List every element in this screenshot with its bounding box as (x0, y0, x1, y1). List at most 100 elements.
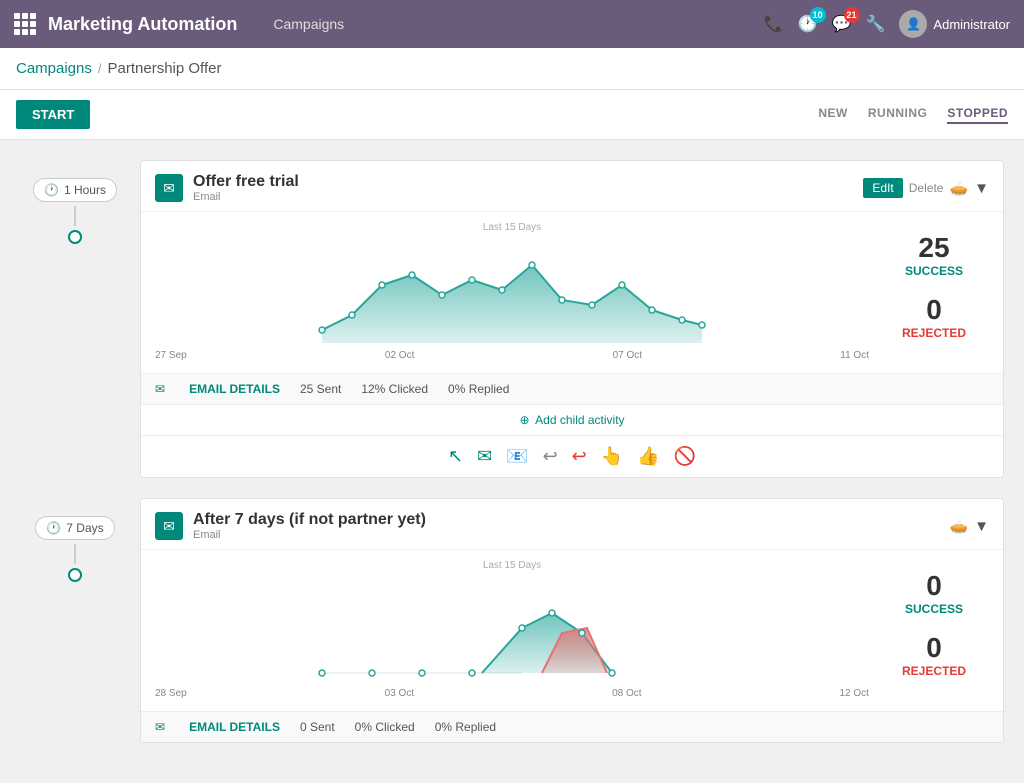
footer-clicked-2: 0% Clicked (355, 720, 415, 734)
trigger-dot-2 (68, 568, 82, 582)
x-label-1-1: 02 Oct (385, 350, 414, 361)
trigger-label-2: 🕐 7 Days (35, 516, 114, 540)
card-header-2: ✉ After 7 days (if not partner yet) Emai… (141, 499, 1003, 550)
activity-icon-alert[interactable]: 🚫 (674, 446, 696, 467)
phone-icon[interactable]: 📞 (764, 14, 784, 34)
breadcrumb-current: Partnership Offer (108, 60, 222, 77)
activity-icon-email-open[interactable]: ✉ (477, 446, 492, 467)
success-count-2: 0 (879, 570, 989, 602)
filter-icon-1[interactable]: ▼ (974, 180, 989, 197)
x-label-1-0: 27 Sep (155, 350, 187, 361)
nav-campaigns[interactable]: Campaigns (273, 16, 344, 32)
rejected-count-2: 0 (879, 632, 989, 664)
campaign-card-1: ✉ Offer free trial Email EdIt Delete 🥧 ▼… (140, 160, 1004, 478)
x-label-2-3: 12 Oct (840, 688, 869, 699)
card-title-2: After 7 days (if not partner yet) (193, 511, 949, 529)
edit-button-1[interactable]: EdIt (863, 178, 902, 198)
activity-icon-thumbsup[interactable]: 👍 (637, 446, 659, 467)
card-actions-2: 🥧 ▼ (949, 517, 989, 535)
chart-wrapper-1: Last 15 Days (155, 222, 869, 363)
pie-chart-icon-1[interactable]: 🥧 (949, 179, 968, 197)
rejected-label-2: REJECTED (879, 664, 989, 678)
chart-x-labels-1: 27 Sep 02 Oct 07 Oct 11 Oct (155, 348, 869, 363)
activity-icon-email-outline[interactable]: 📧 (506, 446, 528, 467)
card-title-section-2: After 7 days (if not partner yet) Email (193, 511, 949, 541)
status-stopped[interactable]: STOPPED (947, 106, 1008, 124)
clock-small-icon: 🕐 (44, 183, 59, 197)
card-actions-1: EdIt Delete 🥧 ▼ (863, 178, 989, 198)
email-icon-2: ✉ (155, 512, 183, 540)
avatar-circle: 👤 (899, 10, 927, 38)
pie-chart-icon-2[interactable]: 🥧 (949, 517, 968, 535)
x-label-1-3: 11 Oct (840, 350, 869, 361)
footer-sent-2: 0 Sent (300, 720, 335, 734)
chart-x-labels-2: 28 Sep 03 Oct 08 Oct 12 Oct (155, 686, 869, 701)
campaign-card-2: ✉ After 7 days (if not partner yet) Emai… (140, 498, 1004, 743)
chat-icon[interactable]: 💬 21 (832, 14, 852, 34)
breadcrumb-bar: Campaigns / Partnership Offer (0, 48, 1024, 90)
app-title: Marketing Automation (48, 14, 237, 35)
clock-icon[interactable]: 🕐 10 (798, 14, 818, 34)
success-label-2: SUCCESS (879, 602, 989, 616)
activity-icon-hand[interactable]: 👆 (601, 446, 623, 467)
delete-button-1[interactable]: Delete (909, 181, 944, 195)
trigger-info-2: 🕐 7 Days (20, 498, 130, 582)
user-avatar[interactable]: 👤 Administrator (899, 10, 1010, 38)
chat-badge: 21 (844, 7, 860, 23)
main-content: 🕐 1 Hours ✉ Offer free trial Email EdIt … (0, 140, 1024, 783)
rejected-count-1: 0 (879, 294, 989, 326)
footer-sent-1: 25 Sent (300, 382, 341, 396)
activity-icon-reply-red[interactable]: ↩ (572, 446, 587, 467)
x-label-1-2: 07 Oct (613, 350, 642, 361)
success-count-1: 25 (879, 232, 989, 264)
activity-icon-reply[interactable]: ↩ (543, 446, 558, 467)
trigger-line-1 (74, 206, 76, 226)
activity-icon-cursor[interactable]: ↖ (448, 446, 463, 467)
stats-area-1: 25 SUCCESS 0 REJECTED (869, 222, 989, 363)
campaign-row-2: 🕐 7 Days ✉ After 7 days (if not partner … (20, 498, 1004, 743)
footer-link-1[interactable]: EMAIL DETAILS (189, 382, 280, 396)
footer-replied-2: 0% Replied (435, 720, 496, 734)
success-label-1: SUCCESS (879, 264, 989, 278)
navbar: Marketing Automation Campaigns 📞 🕐 10 💬 … (0, 0, 1024, 48)
chart-svg-1 (155, 235, 869, 345)
navbar-right: 📞 🕐 10 💬 21 🔧 👤 Administrator (764, 10, 1010, 38)
add-child-label-1: Add child activity (535, 413, 624, 427)
stats-area-2: 0 SUCCESS 0 REJECTED (869, 560, 989, 701)
rejected-label-1: REJECTED (879, 326, 989, 340)
chart-area-1: Last 15 Days (141, 212, 1003, 373)
grid-icon[interactable] (14, 13, 36, 35)
card-footer-2: ✉ EMAIL DETAILS 0 Sent 0% Clicked 0% Rep… (141, 711, 1003, 742)
card-type-2: Email (193, 529, 949, 541)
status-filters: NEW RUNNING STOPPED (818, 106, 1008, 124)
trigger-line-2 (74, 544, 76, 564)
card-title-1: Offer free trial (193, 173, 863, 191)
trigger-info-1: 🕐 1 Hours (20, 160, 130, 244)
filter-icon-2[interactable]: ▼ (974, 518, 989, 535)
chart-area-2: Last 15 Days (141, 550, 1003, 711)
card-type-1: Email (193, 191, 863, 203)
chart-label-top-2: Last 15 Days (155, 560, 869, 571)
footer-email-icon-1: ✉ (155, 382, 165, 396)
add-child-bar-1[interactable]: ⊕ Add child activity (141, 404, 1003, 435)
wrench-icon[interactable]: 🔧 (866, 14, 886, 34)
plus-icon-1: ⊕ (519, 413, 529, 427)
status-running[interactable]: RUNNING (868, 106, 928, 124)
action-bar: START NEW RUNNING STOPPED (0, 90, 1024, 140)
x-label-2-1: 03 Oct (385, 688, 414, 699)
campaign-row-1: 🕐 1 Hours ✉ Offer free trial Email EdIt … (20, 160, 1004, 478)
x-label-2-2: 08 Oct (612, 688, 641, 699)
footer-clicked-1: 12% Clicked (361, 382, 428, 396)
trigger-time-1: 1 Hours (64, 183, 106, 197)
trigger-dot-1 (68, 230, 82, 244)
trigger-label-1: 🕐 1 Hours (33, 178, 117, 202)
breadcrumb-separator: / (98, 61, 102, 76)
email-icon-1: ✉ (155, 174, 183, 202)
clock-small-icon-2: 🕐 (46, 521, 61, 535)
breadcrumb-link[interactable]: Campaigns (16, 60, 92, 77)
footer-link-2[interactable]: EMAIL DETAILS (189, 720, 280, 734)
start-button[interactable]: START (16, 100, 90, 129)
chart-label-top-1: Last 15 Days (155, 222, 869, 233)
status-new[interactable]: NEW (818, 106, 848, 124)
footer-email-icon-2: ✉ (155, 720, 165, 734)
